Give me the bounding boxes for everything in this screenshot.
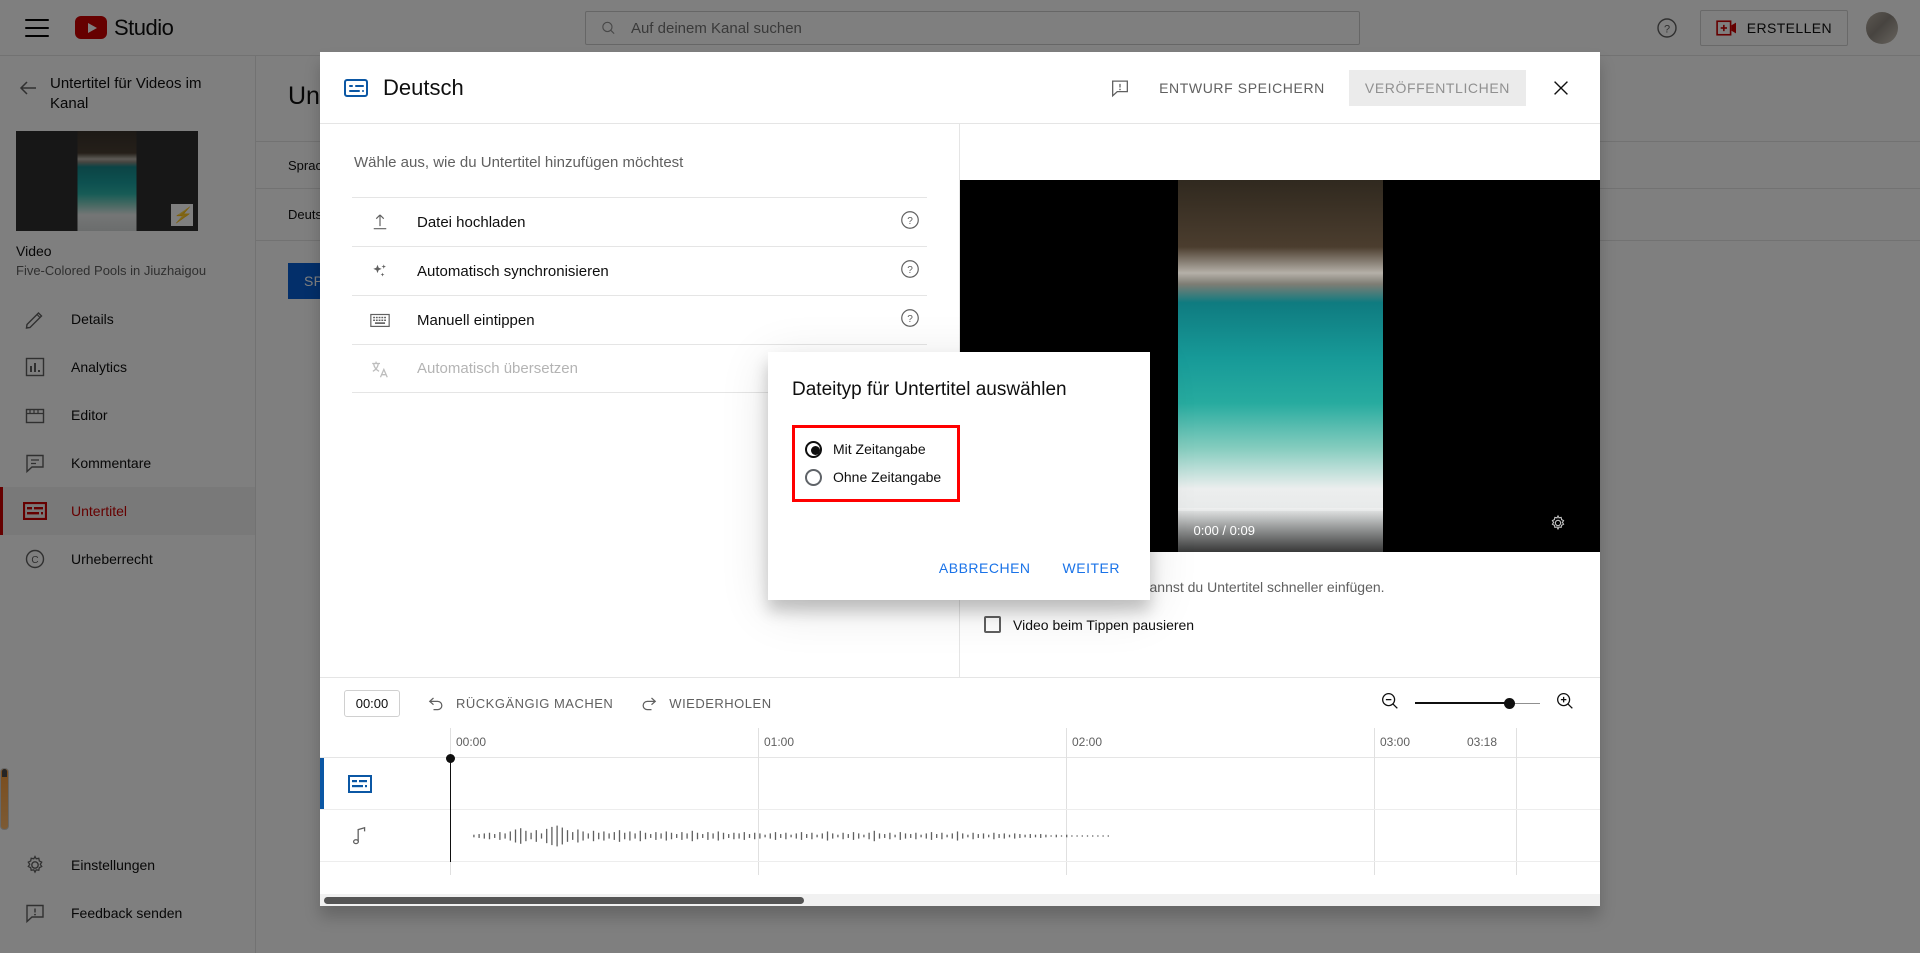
closed-caption-icon bbox=[344, 78, 368, 97]
redo-button[interactable]: WIEDERHOLEN bbox=[639, 693, 771, 713]
publish-button[interactable]: VERÖFFENTLICHEN bbox=[1348, 69, 1526, 106]
dialog-actions: ABBRECHEN WEITER bbox=[927, 552, 1132, 584]
editor-header-actions: ENTWURF SPEICHERN VERÖFFENTLICHEN bbox=[1105, 69, 1578, 106]
ruler-label: 02:00 bbox=[1072, 735, 1103, 749]
closed-caption-icon bbox=[334, 774, 386, 793]
radio-without-timing[interactable]: Ohne Zeitangabe bbox=[805, 463, 947, 491]
zoom-in-icon[interactable] bbox=[1554, 690, 1576, 717]
scrollbar-thumb[interactable] bbox=[324, 897, 804, 904]
help-circle-icon[interactable]: ? bbox=[899, 258, 921, 285]
dialog-title: Dateityp für Untertitel auswählen bbox=[792, 379, 1067, 400]
checkbox-box bbox=[984, 616, 1001, 633]
player-controls: 0:00 / 0:09 bbox=[1177, 508, 1383, 552]
redo-label: WIEDERHOLEN bbox=[669, 695, 772, 711]
radio-group-highlight: Mit Zeitangabe Ohne Zeitangabe bbox=[792, 425, 960, 502]
option-label: Automatisch übersetzen bbox=[417, 360, 578, 377]
zoom-controls bbox=[1379, 690, 1576, 717]
player-time-display: 0:00 / 0:09 bbox=[1193, 522, 1255, 538]
save-draft-button[interactable]: ENTWURF SPEICHERN bbox=[1145, 70, 1339, 106]
editor-title: Deutsch bbox=[383, 74, 464, 100]
slider-fill bbox=[1415, 702, 1507, 704]
slider-knob[interactable] bbox=[1503, 697, 1515, 709]
option-type-manually[interactable]: Manuell eintippen ? bbox=[352, 295, 927, 344]
player-progress-bar[interactable] bbox=[1177, 508, 1383, 511]
zoom-slider[interactable] bbox=[1415, 696, 1540, 710]
radio-label: Mit Zeitangabe bbox=[833, 441, 926, 457]
svg-text:?: ? bbox=[907, 313, 913, 324]
radio-with-timing[interactable]: Mit Zeitangabe bbox=[805, 435, 947, 463]
option-label: Datei hochladen bbox=[417, 213, 526, 231]
options-prompt: Wähle aus, wie du Untertitel hinzufügen … bbox=[354, 154, 684, 171]
timeline-toolbar: 00:00 RÜCKGÄNGIG MACHEN WIEDERHOLEN bbox=[320, 678, 1600, 728]
checkbox-label: Video beim Tippen pausieren bbox=[1013, 616, 1195, 633]
radio-label: Ohne Zeitangabe bbox=[833, 469, 942, 485]
audio-waveform bbox=[473, 825, 1109, 846]
translate-icon bbox=[368, 358, 392, 380]
music-note-icon bbox=[334, 825, 386, 847]
timeline-horizontal-scrollbar[interactable] bbox=[320, 894, 1600, 906]
video-frame: 0:00 / 0:09 bbox=[1177, 180, 1383, 552]
pause-on-type-checkbox[interactable]: Video beim Tippen pausieren bbox=[984, 616, 1194, 633]
ruler-label: 00:00 bbox=[456, 735, 487, 749]
close-icon[interactable] bbox=[1544, 71, 1578, 105]
help-circle-icon[interactable]: ? bbox=[899, 209, 921, 236]
undo-icon bbox=[428, 697, 443, 711]
cancel-button[interactable]: ABBRECHEN bbox=[927, 552, 1043, 584]
timeline-tracks bbox=[320, 754, 1600, 862]
editor-header: Deutsch ENTWURF SPEICHERN VERÖFFENTLICHE… bbox=[320, 52, 1600, 124]
upload-icon bbox=[368, 212, 392, 232]
ruler-label: 03:18 bbox=[1467, 735, 1498, 749]
option-label: Manuell eintippen bbox=[417, 311, 535, 329]
help-circle-icon[interactable]: ? bbox=[899, 307, 921, 334]
next-button[interactable]: WEITER bbox=[1051, 552, 1132, 584]
file-type-dialog: Dateityp für Untertitel auswählen Mit Ze… bbox=[768, 352, 1150, 600]
sparkle-icon bbox=[368, 261, 392, 281]
keyboard-icon bbox=[368, 310, 392, 330]
undo-button[interactable]: RÜCKGÄNGIG MACHEN bbox=[426, 693, 613, 713]
option-label: Automatisch synchronisieren bbox=[417, 262, 609, 280]
undo-label: RÜCKGÄNGIG MACHEN bbox=[456, 695, 614, 711]
playhead[interactable] bbox=[446, 754, 455, 862]
gear-icon[interactable] bbox=[1548, 513, 1568, 538]
option-upload-file[interactable]: Datei hochladen ? bbox=[352, 197, 927, 246]
radio-circle-selected bbox=[805, 440, 822, 458]
svg-text:?: ? bbox=[907, 215, 913, 226]
ruler-label: 01:00 bbox=[764, 735, 795, 749]
screen-root: Studio ? bbox=[0, 0, 1920, 953]
timeline-panel: 00:00 RÜCKGÄNGIG MACHEN WIEDERHOLEN 00:0… bbox=[320, 677, 1600, 906]
redo-icon bbox=[642, 697, 657, 711]
svg-text:?: ? bbox=[907, 264, 913, 275]
feedback-icon[interactable] bbox=[1105, 73, 1135, 103]
radio-circle-unselected bbox=[805, 468, 822, 486]
current-time-field[interactable]: 00:00 bbox=[344, 689, 400, 717]
playhead-handle[interactable] bbox=[446, 754, 455, 763]
timeline-track-subtitles[interactable] bbox=[320, 758, 1600, 810]
ruler-label: 03:00 bbox=[1380, 735, 1411, 749]
timeline-track-audio[interactable] bbox=[320, 810, 1600, 862]
timeline-ruler[interactable]: 00:00 01:00 02:00 03:00 03:18 bbox=[320, 728, 1600, 875]
option-auto-sync[interactable]: Automatisch synchronisieren ? bbox=[352, 246, 927, 295]
zoom-out-icon[interactable] bbox=[1379, 690, 1401, 717]
